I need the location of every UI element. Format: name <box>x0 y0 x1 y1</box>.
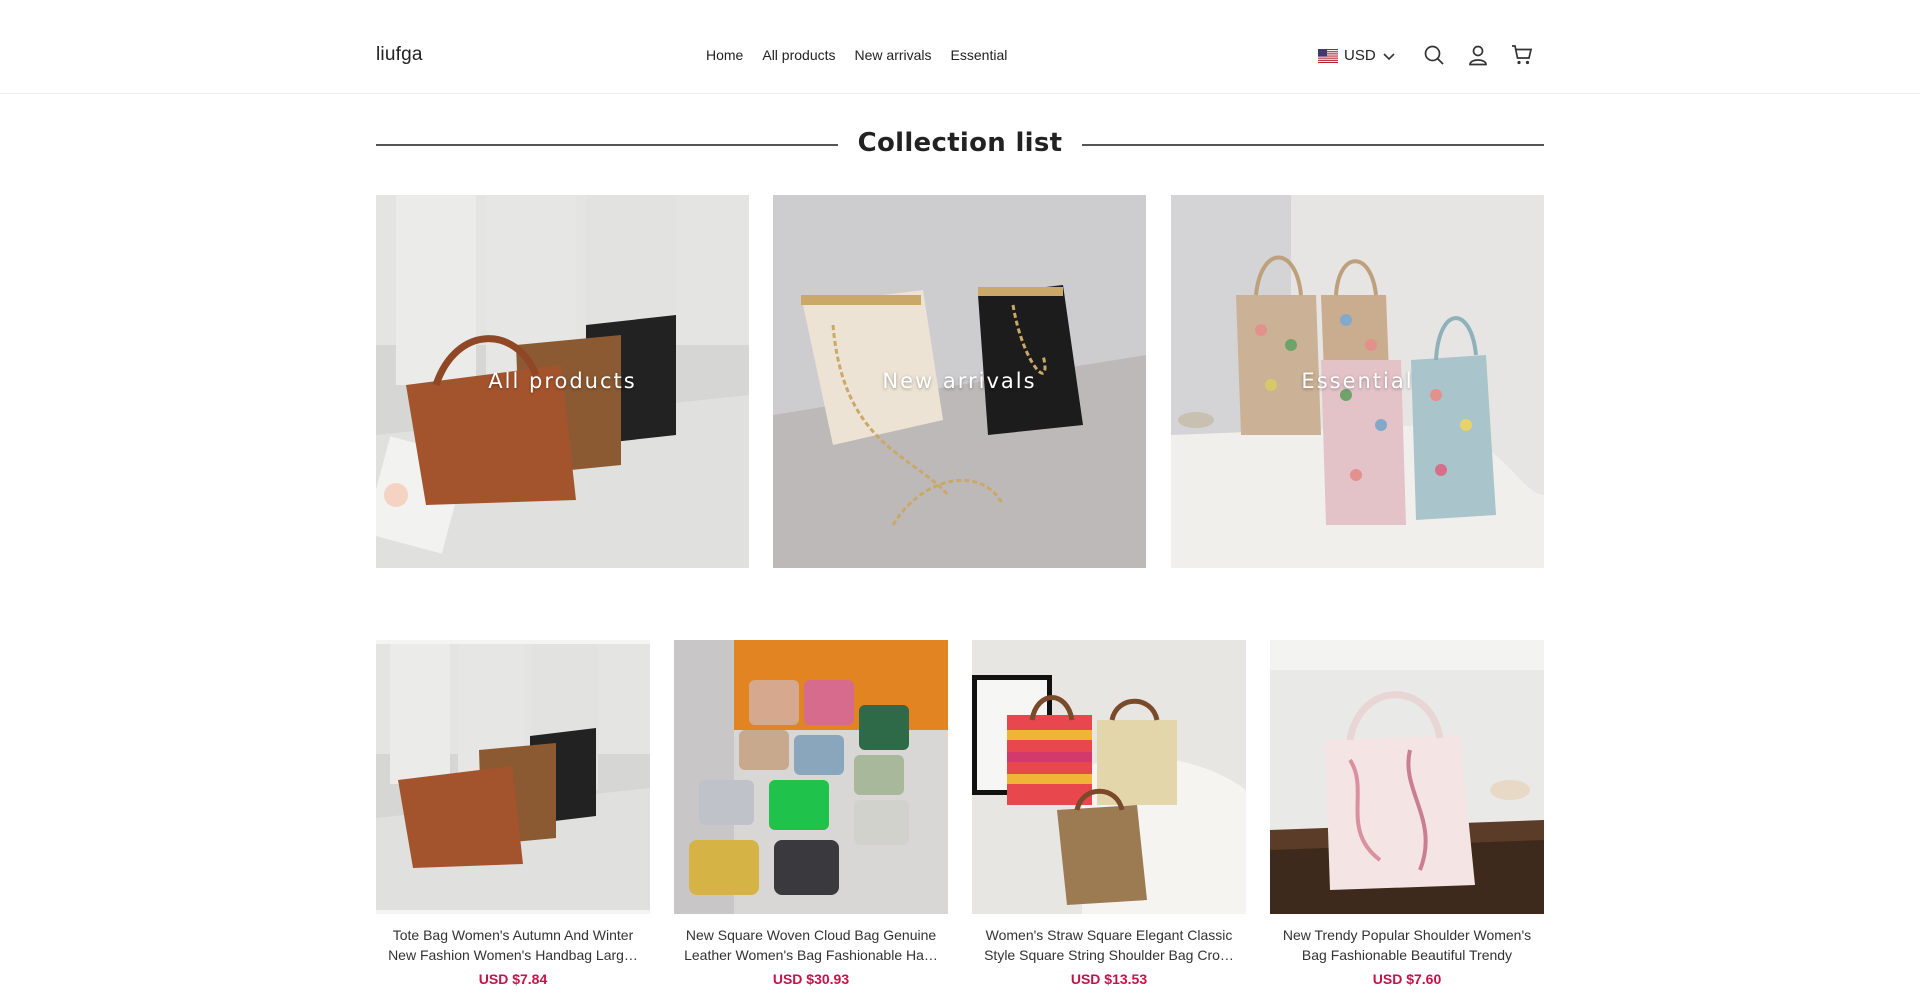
product-price: USD $30.93 <box>772 971 850 987</box>
collection-card-essential[interactable]: Essential <box>1171 195 1544 568</box>
product-price: USD $7.60 <box>1372 971 1442 987</box>
product-title[interactable]: New Square Woven Cloud Bag Genuine Leath… <box>674 925 948 965</box>
collection-list-heading: Collection list <box>376 124 1544 164</box>
collection-card-new-arrivals[interactable]: New arrivals <box>773 195 1146 568</box>
nav-all-products[interactable]: All products <box>762 47 835 63</box>
store-logo[interactable]: liufga <box>376 44 423 66</box>
search-icon[interactable] <box>1423 44 1445 66</box>
section-title: Collection list <box>837 128 1083 158</box>
product-card[interactable]: Tote Bag Women's Autumn And Winter New F… <box>376 640 650 987</box>
product-card[interactable]: New Square Woven Cloud Bag Genuine Leath… <box>674 640 948 987</box>
product-image[interactable] <box>376 640 650 914</box>
site-header: liufga Home All products New arrivals Es… <box>0 0 1920 94</box>
cart-icon[interactable] <box>1511 44 1533 66</box>
main-nav: Home All products New arrivals Essential <box>706 47 1007 63</box>
product-image[interactable] <box>972 640 1246 914</box>
collection-label: All products <box>488 369 637 393</box>
product-title[interactable]: Tote Bag Women's Autumn And Winter New F… <box>376 925 650 965</box>
product-card[interactable]: Women's Straw Square Elegant Classic Sty… <box>972 640 1246 987</box>
nav-new-arrivals[interactable]: New arrivals <box>855 47 932 63</box>
product-card[interactable]: New Trendy Popular Shoulder Women's Bag … <box>1270 640 1544 987</box>
user-icon[interactable] <box>1467 44 1489 66</box>
product-price: USD $13.53 <box>1070 971 1148 987</box>
collection-card-all-products[interactable]: All products <box>376 195 749 568</box>
product-title[interactable]: Women's Straw Square Elegant Classic Sty… <box>972 925 1246 965</box>
currency-selector[interactable]: USD <box>1318 47 1396 64</box>
product-price: USD $7.84 <box>478 971 548 987</box>
nav-home[interactable]: Home <box>706 47 743 63</box>
collection-label: Essential <box>1301 369 1414 393</box>
product-image[interactable] <box>1270 640 1544 914</box>
nav-essential[interactable]: Essential <box>951 47 1008 63</box>
product-title[interactable]: New Trendy Popular Shoulder Women's Bag … <box>1270 925 1544 965</box>
collection-label: New arrivals <box>882 369 1037 393</box>
chevron-down-icon <box>1382 49 1396 63</box>
product-image[interactable] <box>674 640 948 914</box>
currency-label: USD <box>1344 47 1376 64</box>
us-flag-icon <box>1318 48 1338 63</box>
